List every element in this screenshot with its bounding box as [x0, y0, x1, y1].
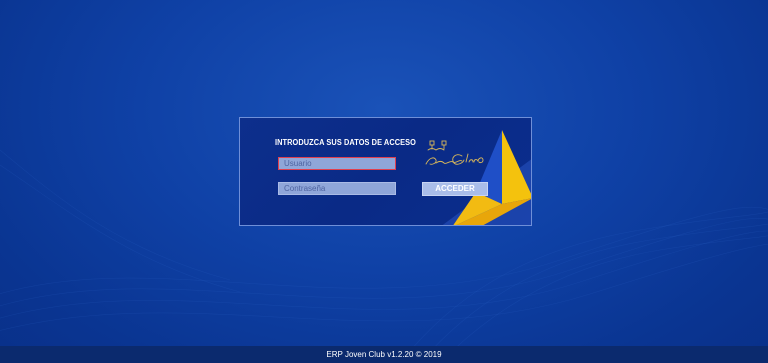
login-panel: INTRODUZCA SUS DATOS DE ACCESO ACCEDER	[239, 117, 532, 226]
footer-version: ERP Joven Club v1.2.20 © 2019	[0, 346, 768, 363]
login-title: INTRODUZCA SUS DATOS DE ACCESO	[275, 138, 416, 147]
panel-decoration	[442, 130, 531, 225]
access-button[interactable]: ACCEDER	[422, 182, 488, 196]
username-input[interactable]	[278, 157, 396, 170]
password-input[interactable]	[278, 182, 396, 195]
joven-club-logo	[425, 140, 484, 165]
